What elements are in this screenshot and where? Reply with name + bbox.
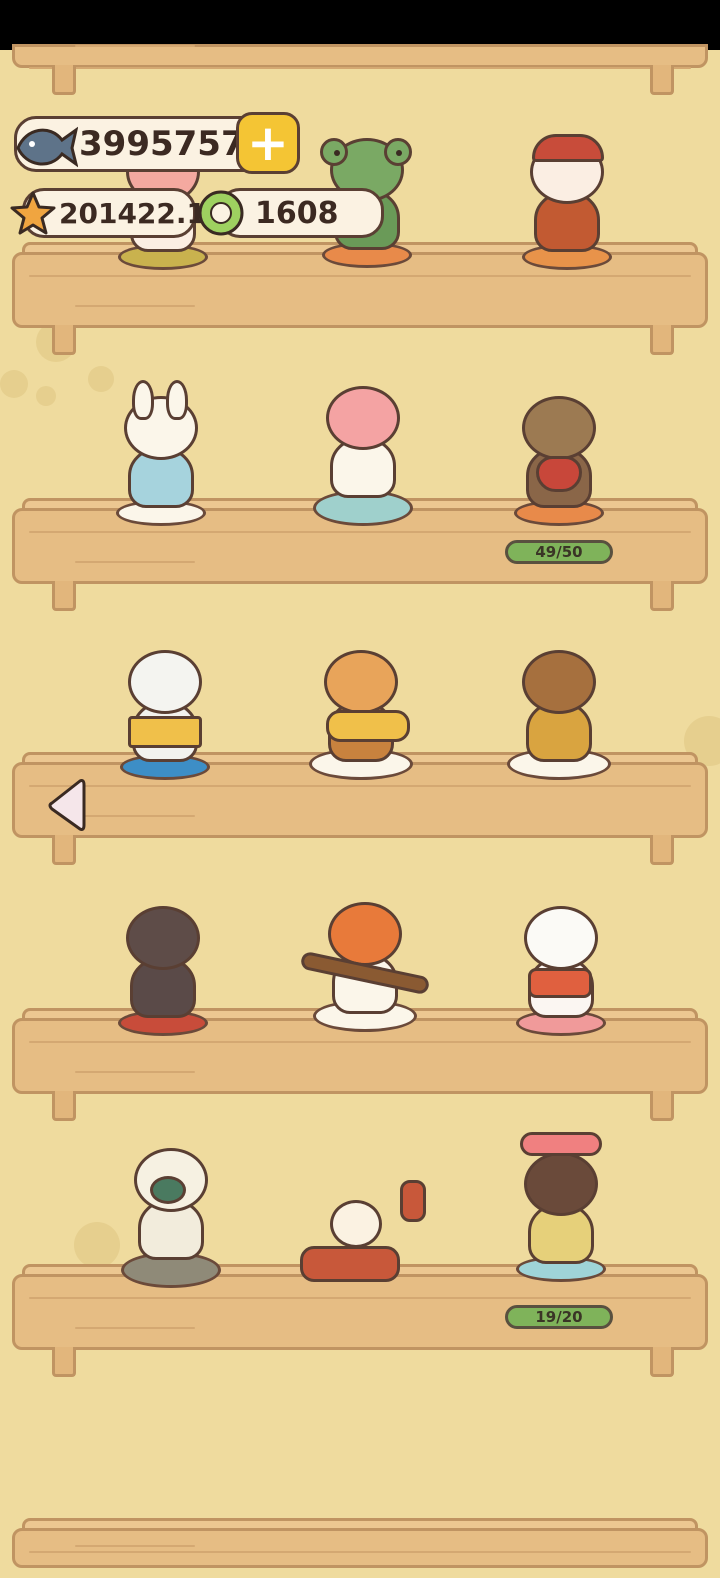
add-fish-button[interactable]: +	[236, 112, 300, 174]
background-dot	[74, 1222, 120, 1268]
flower-crown	[520, 1132, 602, 1156]
bag-prop	[528, 968, 592, 998]
keychain-prop	[400, 1180, 426, 1222]
fish-icon	[14, 118, 79, 170]
chevron-left-icon	[48, 779, 86, 831]
figure-dachshund-hula[interactable]	[506, 1132, 616, 1282]
star-count: 201422.1	[59, 196, 207, 230]
shelf-2-progress: 49/50	[505, 540, 613, 564]
heart-prop	[536, 456, 582, 492]
progress-text: 49/50	[535, 543, 583, 561]
figure-bear-gold[interactable]	[504, 630, 614, 780]
red-cap	[532, 134, 604, 162]
shelf-leg	[52, 65, 76, 95]
shelf-leg	[650, 65, 674, 95]
status-bar	[0, 0, 720, 50]
figure-dog-book[interactable]	[110, 630, 220, 780]
figure-samoyed[interactable]	[506, 886, 616, 1036]
figure-dog-car[interactable]	[300, 1150, 426, 1300]
token-icon	[196, 188, 246, 238]
figure-bear-heart[interactable]	[504, 376, 614, 526]
figure-duck-astronaut[interactable]	[116, 1138, 226, 1288]
progress-text: 19/20	[535, 1308, 583, 1326]
back-button[interactable]	[46, 777, 86, 833]
shelf-row-6	[12, 1518, 708, 1578]
figure-pig[interactable]	[308, 376, 418, 526]
figure-fox-cap[interactable]	[512, 120, 622, 270]
figure-shiba-scroll[interactable]	[306, 630, 416, 780]
figure-bunny[interactable]	[106, 376, 216, 526]
star-icon	[10, 190, 56, 236]
shelf-5-progress: 19/20	[505, 1305, 613, 1329]
book-prop	[128, 716, 202, 748]
background-dot	[36, 386, 56, 406]
toy-car	[300, 1246, 400, 1282]
duck-head	[150, 1176, 186, 1204]
scroll-prop	[326, 710, 410, 742]
background-dot	[0, 370, 28, 398]
figure-squirrel[interactable]	[299, 882, 431, 1032]
figure-shiba-bone[interactable]	[108, 886, 218, 1036]
token-count: 1608	[255, 195, 339, 231]
plus-icon: +	[247, 114, 289, 172]
